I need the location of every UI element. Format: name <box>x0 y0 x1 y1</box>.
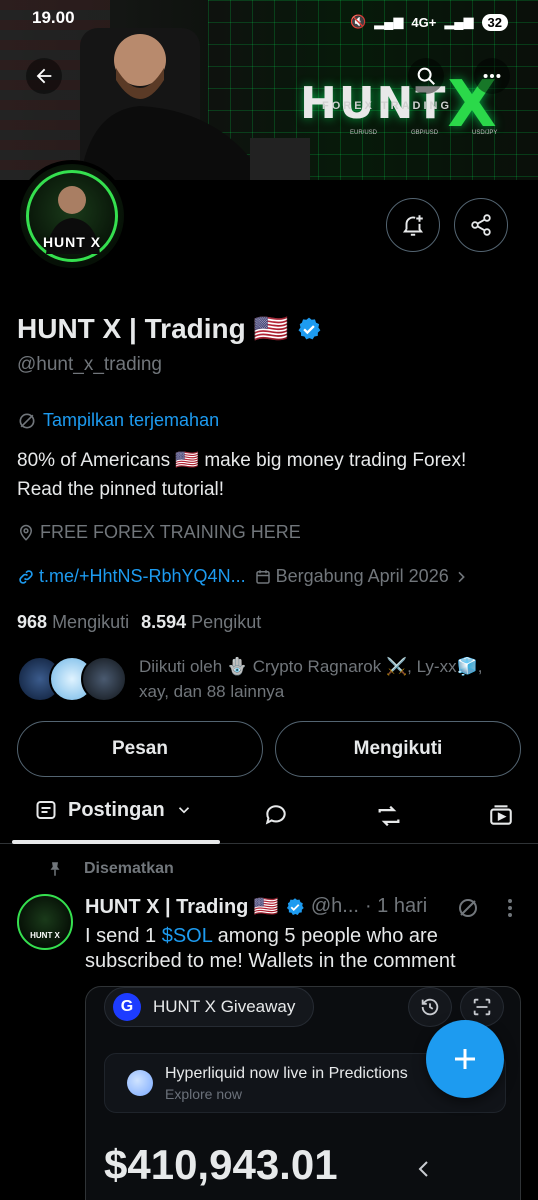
share-icon <box>471 214 491 236</box>
avatar-label: HUNT X <box>42 234 102 250</box>
following-button[interactable]: Mengikuti <box>275 721 521 777</box>
status-time: 19.00 <box>32 8 75 27</box>
profile-avatar[interactable]: HUNT X <box>16 160 128 272</box>
pinned-label: Disematkan <box>84 860 174 877</box>
link-icon <box>19 569 33 584</box>
verified-badge-icon[interactable] <box>296 316 322 342</box>
translate-label: Tampilkan terjemahan <box>43 410 220 430</box>
profile-location: FREE FOREX TRAINING HERE <box>17 522 301 543</box>
following-count-link[interactable]: 968 Mengikuti <box>17 612 129 633</box>
post-avatar-label: HUNT X <box>30 931 60 940</box>
mute-icon: 🔇 <box>349 14 367 29</box>
tab-media[interactable] <box>488 802 514 833</box>
signal-icon: ▂▄▆ <box>444 14 474 29</box>
translate-link[interactable]: Tampilkan terjemahan <box>17 410 219 431</box>
tab-replies[interactable] <box>263 802 289 833</box>
profile-tabs: Postingan <box>0 790 538 844</box>
arrow-left-icon <box>36 68 52 84</box>
battery-level: 32 <box>481 13 508 31</box>
location-pin-icon <box>19 524 33 541</box>
profile-link[interactable]: t.me/+HhtNS-RbhYQ4N... <box>17 566 246 587</box>
joined-date[interactable]: Bergabung April 2026 <box>254 566 469 587</box>
wallet-balance: $410,943.01 <box>104 1141 338 1188</box>
video-icon <box>490 805 512 825</box>
followed-by[interactable]: Diikuti oleh 🪬 Crypto Ragnarok ⚔️, Ly-xx… <box>17 654 519 704</box>
search-button[interactable] <box>408 58 444 94</box>
tab-reposts[interactable] <box>375 802 403 835</box>
notice-subtitle: Explore now <box>165 1085 243 1102</box>
bio-line: Read the pinned tutorial! <box>17 479 225 500</box>
pinned-indicator: Disematkan <box>46 860 174 878</box>
status-bar: 19.00 🔇 ▂▄▆ 4G+ ▂▄▆ 32 <box>0 0 538 36</box>
wallet-selector: G HUNT X Giveaway <box>104 987 314 1027</box>
reply-icon <box>265 805 286 825</box>
banner-logo: HUNTX <box>300 68 499 142</box>
avatar <box>81 656 127 702</box>
profile-meta: t.me/+HhtNS-RbhYQ4N... Bergabung April 2… <box>17 566 469 587</box>
chevron-right-icon <box>458 571 465 582</box>
post-time: · 1 hari <box>364 895 428 917</box>
plus-icon <box>455 1049 475 1069</box>
followers-count-link[interactable]: 8.594 Pengikut <box>141 612 261 633</box>
bell-plus-icon <box>402 215 424 236</box>
location-text: FREE FOREX TRAINING HERE <box>40 522 301 542</box>
pair-label: USD/JPY <box>472 130 498 136</box>
posts-icon <box>36 801 56 819</box>
tab-posts[interactable]: Postingan <box>34 798 193 822</box>
pair-label: GBP/USD <box>411 130 439 136</box>
translate-icon <box>459 899 477 917</box>
more-options-button[interactable] <box>474 58 510 94</box>
post-translate-button[interactable] <box>456 896 480 925</box>
joined-text: Bergabung April 2026 <box>275 566 449 586</box>
history-icon <box>408 987 452 1027</box>
post-text: I send 1 $SOL among 5 people who are sub… <box>85 925 456 972</box>
pin-icon <box>50 862 60 876</box>
bio-line: 80% of Americans 🇺🇸 make big money tradi… <box>17 450 467 471</box>
calendar-icon <box>255 569 270 584</box>
chevron-left-icon <box>412 1155 436 1188</box>
message-button[interactable]: Pesan <box>17 721 263 777</box>
signal-icon: ▂▄▆ <box>374 14 404 29</box>
tab-active-indicator <box>12 840 220 844</box>
verified-badge-icon <box>286 897 304 915</box>
follow-counts: 968 Mengikuti 8.594 Pengikut <box>17 612 261 633</box>
avatar-person-image <box>46 186 100 254</box>
chevron-down-icon <box>178 807 189 814</box>
share-button[interactable] <box>454 198 508 252</box>
follower-avatars <box>17 656 127 702</box>
post-more-button[interactable] <box>500 896 520 925</box>
profile-bio: 80% of Americans 🇺🇸 make big money tradi… <box>17 446 517 504</box>
cashtag-link[interactable]: $SOL <box>162 925 212 947</box>
wallet-name: HUNT X Giveaway <box>153 997 296 1016</box>
banner-logo-subtitle: FOREX TRADING <box>322 100 453 112</box>
tab-posts-label: Postingan <box>68 798 165 821</box>
pair-label: EUR/USD <box>350 130 378 136</box>
repost-icon <box>378 805 400 827</box>
back-button[interactable] <box>26 58 62 94</box>
status-icons: 🔇 ▂▄▆ 4G+ ▂▄▆ 32 <box>350 8 508 36</box>
compose-button[interactable] <box>426 1020 504 1098</box>
network-type: 4G+ <box>411 14 437 30</box>
followed-by-text: Diikuti oleh 🪬 Crypto Ragnarok ⚔️, Ly-xx… <box>139 657 483 701</box>
more-horizontal-icon <box>483 73 501 79</box>
post-author-avatar[interactable]: HUNT X <box>17 894 73 950</box>
notice-title: Hyperliquid now live in Predictions <box>165 1064 408 1082</box>
profile-name-row: HUNT X | Trading 🇺🇸 <box>17 312 322 345</box>
search-icon <box>417 67 435 85</box>
hyperliquid-icon <box>127 1070 153 1096</box>
more-vertical-icon <box>508 899 512 917</box>
banner-person-image <box>80 28 310 180</box>
notifications-button[interactable] <box>386 198 440 252</box>
banner-currency-pairs: EUR/USD GBP/USD USD/JPY <box>350 130 497 136</box>
profile-handle: @hunt_x_trading <box>17 354 162 375</box>
post-author-name[interactable]: HUNT X | Trading 🇺🇸 <box>85 894 279 919</box>
link-text[interactable]: t.me/+HhtNS-RbhYQ4N... <box>39 566 246 587</box>
translate-icon <box>19 413 35 428</box>
wallet-logo: G <box>113 993 141 1021</box>
post-author-handle[interactable]: @h... <box>311 895 359 918</box>
profile-name: HUNT X | Trading 🇺🇸 <box>17 313 289 344</box>
post-header: HUNT X | Trading 🇺🇸 @h... · 1 hari <box>85 894 427 919</box>
